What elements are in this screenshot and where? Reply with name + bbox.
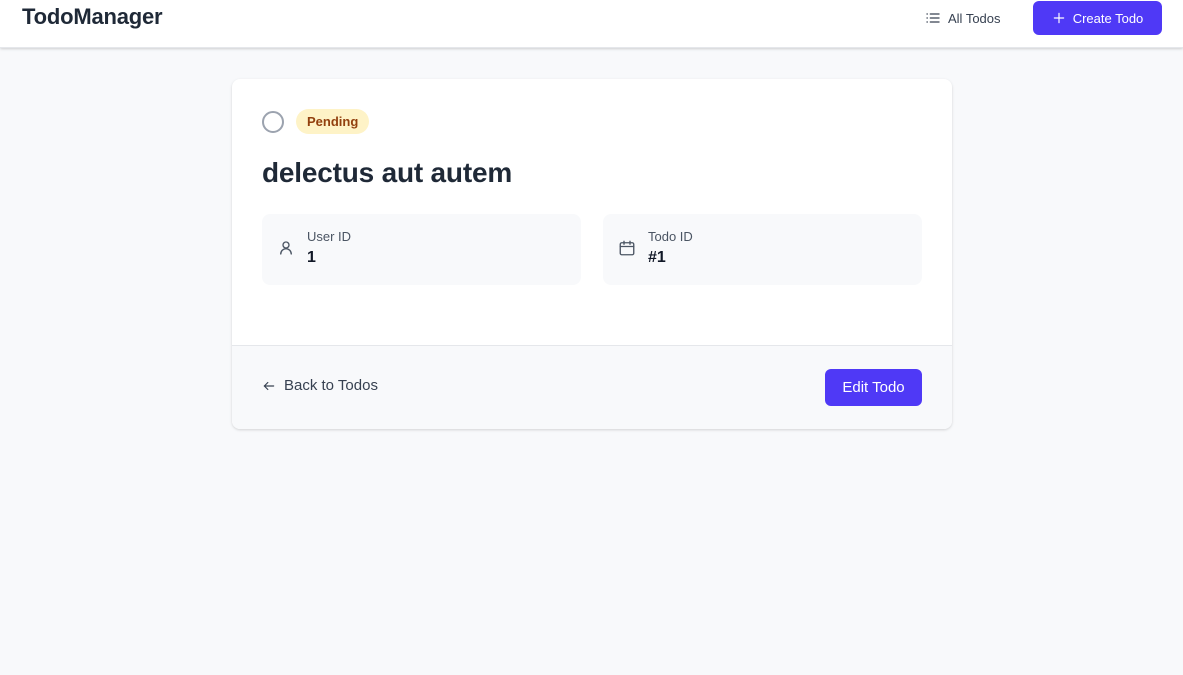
user-id-value: 1	[307, 249, 316, 266]
card-footer: Back to Todos Edit Todo	[232, 345, 952, 429]
plus-icon	[1053, 12, 1064, 24]
calendar-icon	[619, 240, 635, 256]
user-id-box: User ID 1	[262, 214, 581, 285]
create-todo-button[interactable]: Create Todo	[1033, 1, 1162, 35]
todo-id-box: Todo ID #1	[603, 214, 922, 285]
todo-id-label: Todo ID	[648, 229, 693, 244]
user-icon	[280, 241, 292, 255]
todo-title: delectus aut autem	[262, 157, 513, 188]
list-icon	[926, 13, 940, 23]
back-to-todos-label: Back to Todos	[284, 377, 378, 394]
arrow-left-icon	[263, 381, 275, 390]
todo-id-value: #1	[648, 249, 666, 266]
status-circle-icon[interactable]	[262, 111, 284, 133]
edit-todo-button[interactable]: Edit Todo	[825, 369, 922, 406]
user-id-label: User ID	[307, 229, 352, 244]
nav-all-todos-link[interactable]: All Todos	[925, 9, 1001, 27]
nav-all-todos-label: All Todos	[948, 10, 1001, 26]
top-navbar: TodoManager All Todos Create Todo	[0, 0, 1183, 48]
brand-logo[interactable]: TodoManager	[22, 4, 163, 30]
status-badge: Pending	[296, 109, 370, 134]
todo-detail-card: Pending delectus aut autem User ID 1 Tod…	[232, 79, 952, 429]
back-to-todos-link[interactable]: Back to Todos	[262, 377, 378, 394]
create-todo-label: Create Todo	[1072, 10, 1144, 26]
